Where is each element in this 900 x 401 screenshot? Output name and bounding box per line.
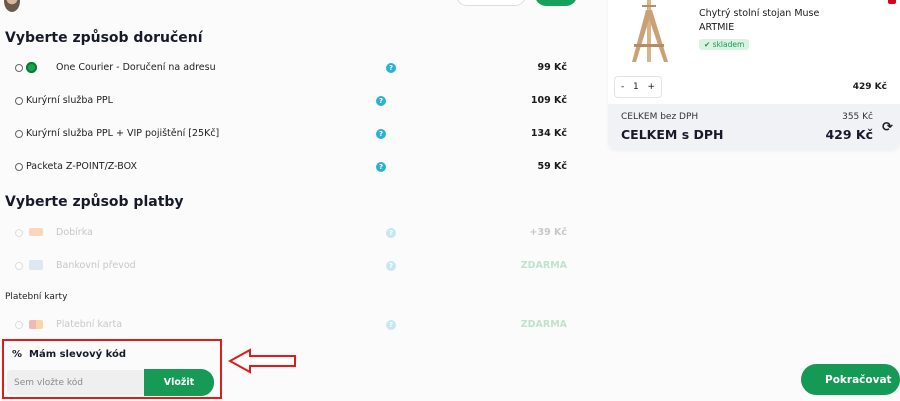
product-name-line1: Chytrý stolní stojan Muse [699,8,820,19]
user-avatar [4,0,20,12]
top-secondary-button[interactable] [456,0,526,6]
total-ex-vat-label: CELKEM bez DPH [621,112,699,122]
shipping-radio-ppl-vip[interactable] [15,130,23,138]
apply-discount-button[interactable]: Vložit [144,369,214,396]
total-vat-label: CELKEM s DPH [621,127,724,142]
qty-value[interactable]: 1 [633,82,639,92]
shipping-price-ppl-vip: 134 Kč [530,128,567,139]
qty-minus-button[interactable]: - [621,82,624,92]
product-name[interactable]: Chytrý stolní stojan Muse ARTMIE [699,7,819,35]
top-primary-button[interactable] [535,0,577,6]
shipping-label-one-courier[interactable]: One Courier - Doručení na adresu [56,62,216,73]
cash-on-delivery-icon [29,228,43,236]
red-arrow-icon [228,348,296,374]
payment-cards-heading: Platební karty [5,292,68,302]
discount-code-input[interactable] [7,370,147,395]
total-vat-value: 429 Kč [825,127,873,142]
qty-plus-button[interactable]: + [647,82,655,92]
total-ex-vat-value: 355 Kč [842,112,873,122]
continue-button[interactable]: Pokračovat [801,364,900,395]
shipping-label-ppl-vip[interactable]: Kurýrní služba PPL + VIP pojištění [25Kč… [26,128,219,139]
payment-label-card[interactable]: Platební karta [56,319,122,330]
shipping-price-packeta: 59 Kč [537,161,567,172]
product-name-line2: ARTMIE [699,22,735,33]
payment-radio-cod[interactable] [15,229,23,237]
refresh-icon[interactable]: ⟳ [882,120,893,135]
help-icon[interactable]: ? [386,261,396,271]
percent-icon: % [12,349,23,360]
help-icon[interactable]: ? [386,63,396,73]
shipping-price-one-courier: 99 Kč [537,62,567,73]
help-icon[interactable]: ? [376,129,386,139]
shipping-radio-ppl[interactable] [15,97,23,105]
one-courier-logo-icon [26,62,37,73]
discount-title: % Mám slevový kód [12,349,126,360]
help-icon[interactable]: ? [386,228,396,238]
payment-radio-card[interactable] [15,321,23,329]
payment-price-bank: ZDARMA [520,260,567,271]
shipping-radio-one-courier[interactable] [15,64,23,72]
shipping-label-packeta[interactable]: Packeta Z-POINT/Z-BOX [26,161,137,172]
item-price: 429 Kč [852,82,887,92]
shipping-label-ppl[interactable]: Kurýrní služba PPL [26,95,113,106]
shipping-radio-packeta[interactable] [15,163,23,171]
discount-title-text: Mám slevový kód [29,349,127,360]
bank-transfer-icon [29,260,43,270]
remove-item-icon[interactable] [888,0,896,4]
help-icon[interactable]: ? [376,96,386,106]
help-icon[interactable]: ? [386,320,396,330]
payment-price-cod: +39 Kč [529,227,567,238]
product-image-easel[interactable] [622,0,676,64]
shipping-price-ppl: 109 Kč [530,95,567,106]
payment-price-card: ZDARMA [520,319,567,330]
help-icon[interactable]: ? [376,162,386,172]
payment-label-cod[interactable]: Dobírka [56,227,93,238]
payment-label-bank[interactable]: Bankovní převod [56,260,136,271]
payment-section-title: Vyberte způsob platby [5,194,184,210]
stock-badge: ✔ skladem [699,39,750,50]
shipping-section-title: Vyberte způsob doručení [5,30,203,46]
payment-radio-bank[interactable] [15,262,23,270]
payment-card-icon [29,320,43,329]
quantity-stepper[interactable]: - 1 + [614,76,662,98]
